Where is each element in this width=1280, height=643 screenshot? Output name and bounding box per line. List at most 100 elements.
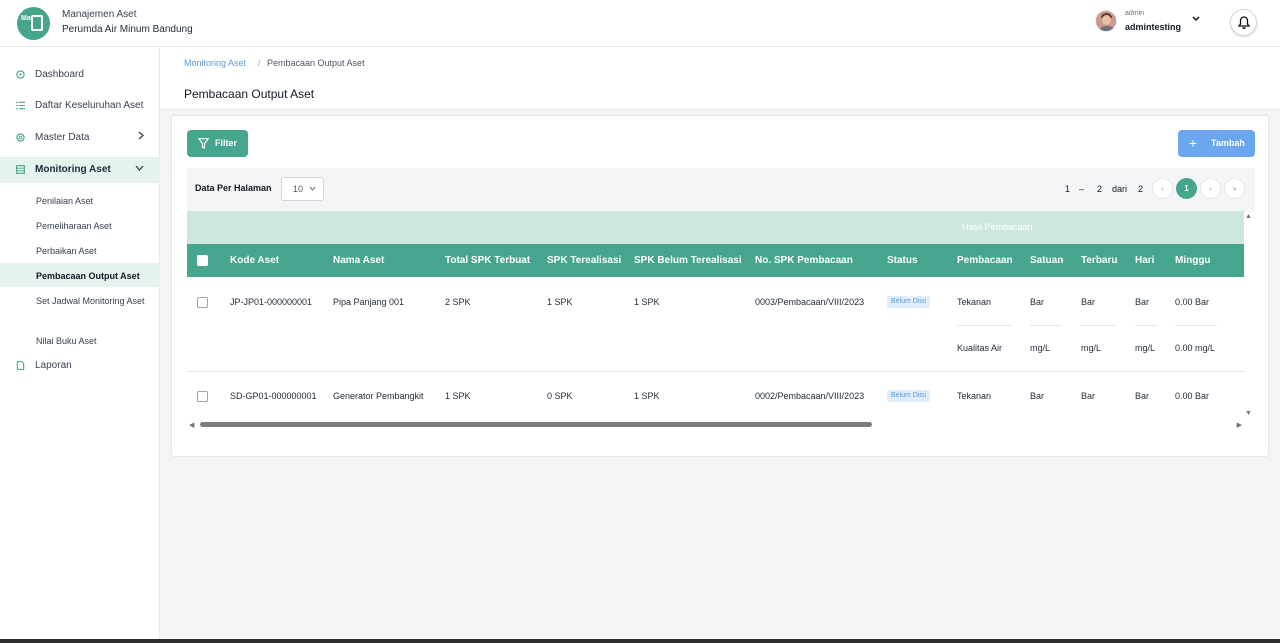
breadcrumb-separator: / xyxy=(258,58,261,68)
status-badge: Belum Diisi xyxy=(887,296,931,308)
column-header[interactable]: Nama Aset xyxy=(333,255,384,266)
row-divider xyxy=(187,371,1244,372)
chevron-down-icon xyxy=(309,184,316,193)
breadcrumb-current: Pembacaan Output Aset xyxy=(267,58,365,68)
cell-nama-aset: Pipa Panjang 001 xyxy=(333,297,405,307)
reading-divider xyxy=(957,325,1013,326)
column-header[interactable]: Total SPK Terbuat xyxy=(445,255,530,266)
cell-pembacaan: Tekanan xyxy=(957,297,992,307)
table-header: Kode Aset Nama Aset Total SPK Terbuat SP… xyxy=(187,244,1244,277)
sidebar-sub-nilai-buku[interactable]: Nilai Buku Aset xyxy=(0,328,160,352)
user-role: admin xyxy=(1125,10,1145,17)
row-checkbox[interactable] xyxy=(197,297,208,308)
avatar[interactable] xyxy=(1095,10,1117,32)
scroll-down-arrow[interactable]: ▼ xyxy=(1245,410,1252,417)
cell-kode-aset[interactable]: JP-JP01-000000001 xyxy=(230,297,312,307)
filter-label: Filter xyxy=(215,138,238,148)
per-page-select[interactable]: 10 xyxy=(281,177,324,201)
chevron-down-icon xyxy=(135,163,144,174)
cell-belum: 1 SPK xyxy=(634,297,660,307)
page-button-current[interactable]: 1 xyxy=(1176,178,1197,199)
column-header[interactable]: Status xyxy=(887,255,918,266)
sidebar-item-monitoring-aset[interactable]: Monitoring Aset xyxy=(0,157,160,183)
pagination-bar: Data Per Halaman 10 1 – 2 dari 2 ‹ 1 › » xyxy=(187,168,1255,212)
sidebar-sub-set-jadwal[interactable]: Set Jadwal Monitoring Aset xyxy=(0,288,160,322)
column-header[interactable]: SPK Terealisasi xyxy=(547,255,621,266)
cell-belum: 1 SPK xyxy=(634,391,660,401)
top-bar: Ma Manajemen Aset Perumda Air Minum Band… xyxy=(0,0,1280,47)
of-label: dari xyxy=(1112,184,1128,194)
sidebar-sub-pemeliharaan[interactable]: Pemeliharaan Aset xyxy=(0,213,160,238)
range-start: 1 xyxy=(1065,184,1071,194)
cell-terbaru: Bar xyxy=(1081,391,1096,401)
sidebar-item-master-data[interactable]: Master Data xyxy=(0,125,160,151)
database-icon xyxy=(16,133,25,142)
breadcrumb-link[interactable]: Monitoring Aset xyxy=(184,58,246,68)
app-title: Manajemen Aset xyxy=(62,9,137,20)
horizontal-scrollbar[interactable]: ◀ ▶ xyxy=(187,419,1244,429)
cell-minggu: 0.00 Bar xyxy=(1175,297,1210,307)
chevron-down-icon[interactable] xyxy=(1192,14,1200,24)
sidebar-item-daftar-aset[interactable]: Daftar Keseluruhan Aset xyxy=(0,93,160,119)
avatar-body xyxy=(1098,26,1116,31)
logo-text: Ma xyxy=(21,15,31,22)
column-header[interactable]: Hari xyxy=(1135,255,1154,266)
filter-button[interactable]: Filter xyxy=(187,130,248,157)
select-all-checkbox[interactable] xyxy=(197,255,208,266)
cell-minggu: 0.00 Bar xyxy=(1175,391,1210,401)
scrollbar-thumb[interactable] xyxy=(200,422,872,427)
column-header[interactable]: Pembacaan xyxy=(957,255,1013,266)
column-header[interactable]: Kode Aset xyxy=(230,255,279,266)
scroll-left-arrow[interactable]: ◀ xyxy=(189,421,194,429)
per-page-label: Data Per Halaman xyxy=(195,183,272,193)
column-header[interactable]: No. SPK Pembacaan xyxy=(755,255,853,266)
cell-pembacaan: Tekanan xyxy=(957,391,992,401)
sidebar-item-label: Master Data xyxy=(35,132,90,143)
app-logo[interactable]: Ma xyxy=(17,7,54,40)
cell-pembacaan: Kualitas Air xyxy=(957,343,1003,353)
dashboard-icon xyxy=(16,70,25,79)
cell-satuan: Bar xyxy=(1030,391,1045,401)
cell-no-spk: 0002/Pembacaan/VIII/2023 xyxy=(755,391,865,401)
add-button[interactable]: + Tambah xyxy=(1178,130,1255,157)
notification-button[interactable] xyxy=(1230,9,1257,36)
table-group-header: Hasil Pembacaan xyxy=(187,211,1244,244)
cell-hari: mg/L xyxy=(1135,343,1156,353)
column-header[interactable]: SPK Belum Terealisasi xyxy=(634,255,742,266)
row-checkbox[interactable] xyxy=(197,391,208,402)
reading-divider xyxy=(1175,325,1217,326)
monitoring-icon xyxy=(16,165,25,174)
page-title: Pembacaan Output Aset xyxy=(184,87,315,101)
cell-no-spk: 0003/Pembacaan/VIII/2023 xyxy=(755,297,865,307)
cell-total-spk: 1 SPK xyxy=(445,391,471,401)
last-page-button[interactable]: » xyxy=(1224,178,1245,199)
sidebar-sub-label: Pembacaan Output Aset xyxy=(36,271,140,281)
sidebar-item-label: Daftar Keseluruhan Aset xyxy=(35,100,144,111)
cell-kode-aset[interactable]: SD-GP01-000000001 xyxy=(230,391,317,401)
filter-icon xyxy=(198,138,209,149)
column-header[interactable]: Satuan xyxy=(1030,255,1063,266)
prev-page-button[interactable]: ‹ xyxy=(1152,178,1173,199)
report-icon xyxy=(16,361,25,370)
sidebar: Dashboard Daftar Keseluruhan Aset Master… xyxy=(0,47,160,643)
sidebar-sub-perbaikan[interactable]: Perbaikan Aset xyxy=(0,238,160,263)
page-header: Monitoring Aset / Pembacaan Output Aset … xyxy=(160,47,1280,110)
scroll-up-arrow[interactable]: ▲ xyxy=(1245,213,1252,220)
cell-satuan: mg/L xyxy=(1030,343,1051,353)
list-icon xyxy=(16,101,25,110)
sidebar-sub-label: Perbaikan Aset xyxy=(36,246,97,256)
sidebar-sub-label: Set Jadwal Monitoring Aset xyxy=(36,296,145,306)
sidebar-item-laporan[interactable]: Laporan xyxy=(0,353,160,379)
sidebar-item-label: Laporan xyxy=(35,360,72,371)
sidebar-sub-pembacaan-output[interactable]: Pembacaan Output Aset xyxy=(0,263,160,287)
sidebar-sub-penilaian[interactable]: Penilaian Aset xyxy=(0,188,160,213)
next-page-button[interactable]: › xyxy=(1200,178,1221,199)
clipboard-icon xyxy=(31,15,43,31)
column-header[interactable]: Terbaru xyxy=(1081,255,1118,266)
scroll-right-arrow[interactable]: ▶ xyxy=(1237,421,1242,429)
sidebar-item-dashboard[interactable]: Dashboard xyxy=(0,62,160,88)
sidebar-sub-label: Nilai Buku Aset xyxy=(36,336,97,346)
user-name[interactable]: admintesting xyxy=(1125,22,1181,32)
bottom-edge xyxy=(0,639,1280,643)
column-header[interactable]: Minggu xyxy=(1175,255,1211,266)
